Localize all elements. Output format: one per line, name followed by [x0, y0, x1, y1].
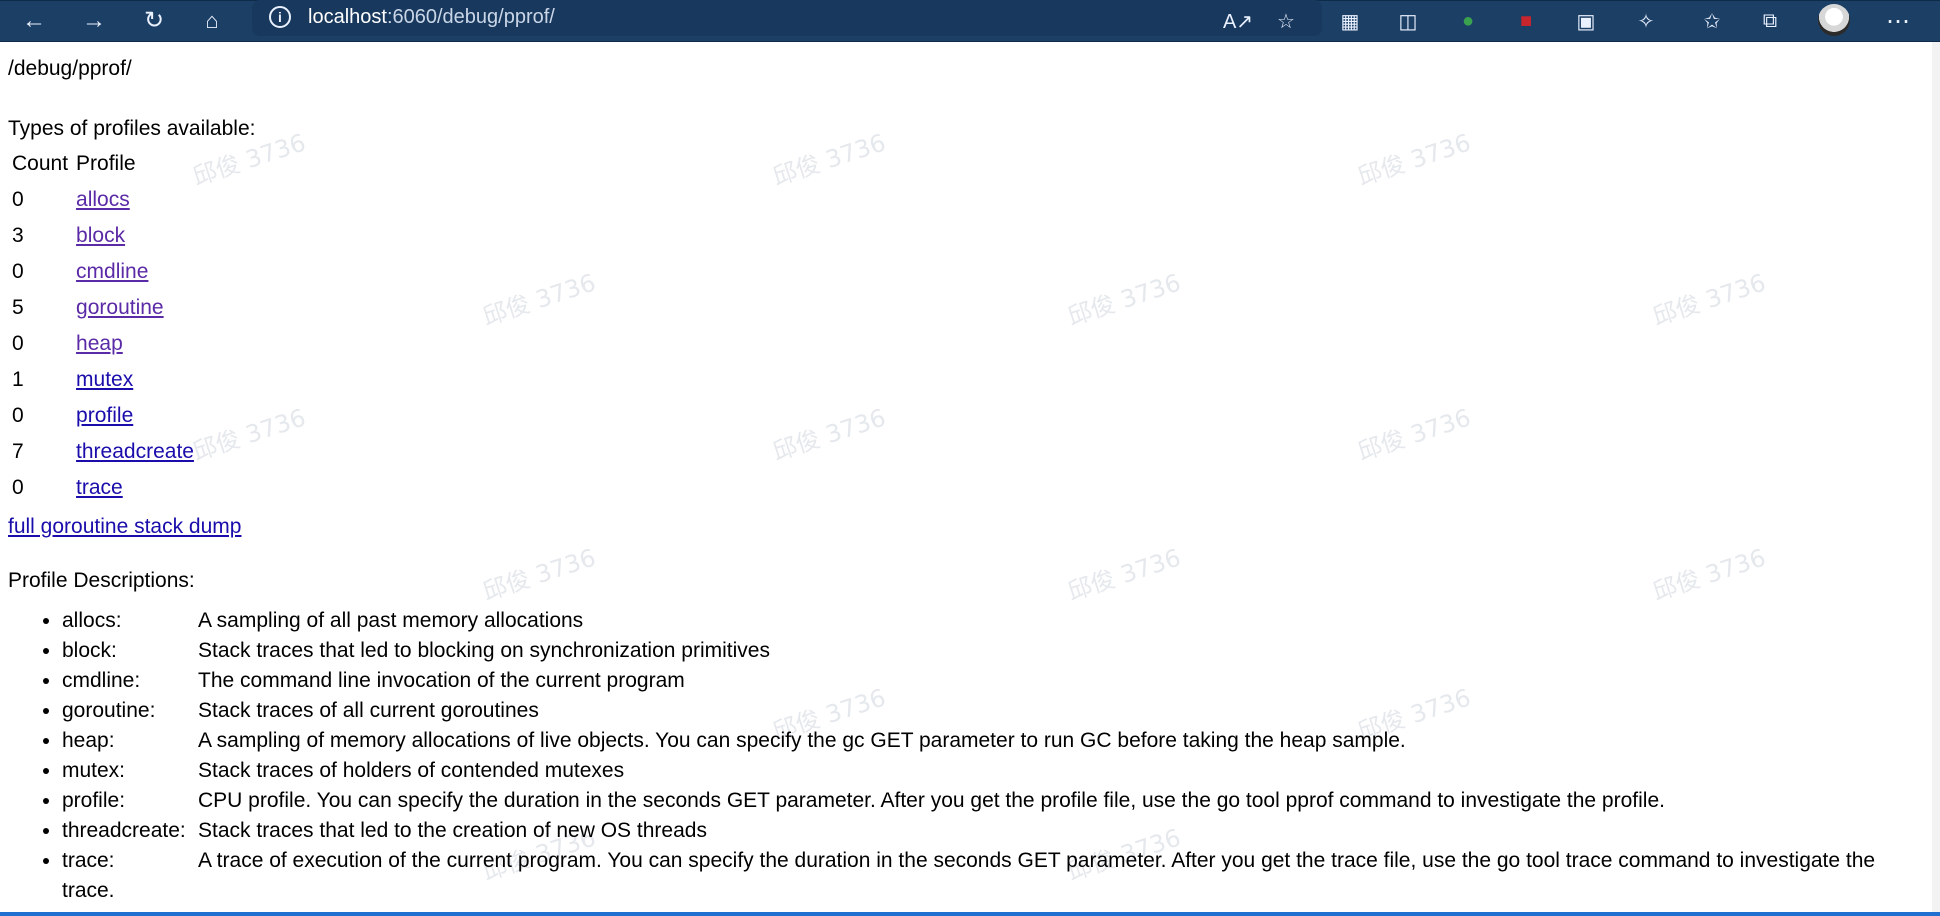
page-title: /debug/pprof/: [8, 57, 132, 80]
table-row: 0 trace: [8, 470, 198, 506]
description-name: heap:: [62, 729, 115, 752]
description-name: block:: [62, 639, 117, 662]
list-item: trace:A trace of execution of the curren…: [62, 846, 1908, 906]
page-content: /debug/pprof/ Types of profiles availabl…: [8, 52, 1908, 906]
description-text: Stack traces of holders of contended mut…: [198, 759, 625, 782]
profile-link-block[interactable]: block: [76, 224, 125, 247]
profile-link-mutex[interactable]: mutex: [76, 368, 133, 391]
profile-cell: block: [72, 218, 198, 254]
extensions-icon[interactable]: ✧: [1632, 7, 1660, 35]
profile-link-goroutine[interactable]: goroutine: [76, 296, 164, 319]
url-text[interactable]: localhost:6060/debug/pprof/: [308, 4, 555, 30]
more-icon[interactable]: ⋯: [1884, 7, 1912, 35]
description-name: threadcreate:: [62, 819, 186, 842]
home-icon[interactable]: ⌂: [196, 5, 228, 37]
favorite-add-icon[interactable]: ☆: [1272, 7, 1300, 35]
table-row: 7 threadcreate: [8, 434, 198, 470]
extension-evernote-icon[interactable]: ●: [1454, 7, 1482, 35]
read-aloud-icon[interactable]: A↗: [1223, 7, 1253, 35]
profile-cell: cmdline: [72, 254, 198, 290]
extension-screen-icon[interactable]: ▦: [1336, 7, 1364, 35]
types-heading: Types of profiles available:: [8, 117, 256, 140]
profile-link-trace[interactable]: trace: [76, 476, 123, 499]
header-count: Count: [12, 152, 69, 175]
description-name: cmdline:: [62, 669, 141, 692]
info-icon[interactable]: i: [269, 6, 291, 28]
count-cell: 0: [12, 476, 24, 499]
profile-cell: mutex: [72, 362, 198, 398]
count-cell: 0: [12, 260, 24, 283]
description-text: The command line invocation of the curre…: [198, 669, 685, 692]
url-host: localhost: [308, 6, 387, 28]
description-text: Stack traces of all current goroutines: [198, 699, 539, 722]
profile-link-threadcreate[interactable]: threadcreate: [76, 440, 194, 463]
table-row: 0 allocs: [8, 182, 198, 218]
description-text: Stack traces that led to the creation of…: [198, 819, 707, 842]
profile-cell: trace: [72, 470, 198, 506]
description-text: Stack traces that led to blocking on syn…: [198, 639, 770, 662]
list-item: mutex: Stack traces of holders of contend…: [62, 756, 1908, 786]
description-name: mutex:: [62, 759, 126, 782]
description-text: CPU profile. You can specify the duratio…: [198, 789, 1665, 812]
list-item: goroutine: Stack traces of all current go…: [62, 696, 1908, 726]
profile-link-cmdline[interactable]: cmdline: [76, 260, 148, 283]
extension-ublock-icon[interactable]: ■: [1512, 7, 1540, 35]
bottom-border: [0, 912, 1940, 916]
browser-toolbar: ← → ↻ ⌂ i localhost:6060/debug/pprof/ A↗…: [0, 0, 1940, 42]
table-row: 0 profile: [8, 398, 198, 434]
list-item: allocs: A sampling of all past memory all…: [62, 606, 1908, 636]
extension-cube-icon[interactable]: ▣: [1572, 7, 1600, 35]
collections-icon[interactable]: ⧉: [1756, 7, 1784, 35]
list-item: heap: A sampling of memory allocations of…: [62, 726, 1908, 756]
description-name: goroutine:: [62, 699, 156, 722]
profile-cell: allocs: [72, 182, 198, 218]
count-cell: 7: [12, 440, 24, 463]
forward-icon[interactable]: →: [78, 5, 110, 37]
profile-avatar[interactable]: [1818, 4, 1850, 36]
profile-link-profile[interactable]: profile: [76, 404, 133, 427]
table-row: 5 goroutine: [8, 290, 198, 326]
profiles-table: Count Profile 0 allocs 3 block 0 cmdline…: [8, 146, 198, 506]
description-name: profile:: [62, 789, 126, 812]
list-item: threadcreate: Stack traces that led to th…: [62, 816, 1908, 846]
full-goroutine-stack-dump-link[interactable]: full goroutine stack dump: [8, 510, 1908, 544]
count-cell: 5: [12, 296, 24, 319]
description-text: A sampling of all past memory allocation…: [198, 609, 584, 632]
profile-cell: threadcreate: [72, 434, 198, 470]
description-name: allocs:: [62, 609, 122, 632]
header-profile: Profile: [76, 152, 136, 175]
back-icon[interactable]: ←: [18, 5, 50, 37]
count-cell: 0: [12, 188, 24, 211]
table-header-row: Count Profile: [8, 146, 198, 182]
profile-link-allocs[interactable]: allocs: [76, 188, 130, 211]
count-cell: 3: [12, 224, 24, 247]
profile-cell: profile: [72, 398, 198, 434]
table-row: 0 cmdline: [8, 254, 198, 290]
table-row: 3 block: [8, 218, 198, 254]
table-row: 1 mutex: [8, 362, 198, 398]
favorites-icon[interactable]: ✩: [1698, 7, 1726, 35]
description-text: A sampling of memory allocations of live…: [198, 729, 1406, 752]
description-text: A trace of execution of the current prog…: [62, 849, 1876, 902]
refresh-icon[interactable]: ↻: [138, 5, 170, 37]
descriptions-list: allocs: A sampling of all past memory all…: [38, 606, 1908, 906]
description-name: trace:: [62, 849, 115, 872]
count-cell: 0: [12, 332, 24, 355]
profile-cell: heap: [72, 326, 198, 362]
profile-link-heap[interactable]: heap: [76, 332, 123, 355]
list-item: profile: CPU profile. You can specify the…: [62, 786, 1908, 816]
count-cell: 0: [12, 404, 24, 427]
extension-shield-icon[interactable]: ◫: [1394, 7, 1422, 35]
url-path: :6060/debug/pprof/: [386, 6, 555, 28]
descriptions-heading: Profile Descriptions:: [8, 569, 195, 592]
list-item: cmdline: The command line invocation of t…: [62, 666, 1908, 696]
table-row: 0 heap: [8, 326, 198, 362]
scrollbar-track[interactable]: [1932, 42, 1940, 912]
list-item: block: Stack traces that led to blocking …: [62, 636, 1908, 666]
count-cell: 1: [12, 368, 24, 391]
profile-cell: goroutine: [72, 290, 198, 326]
